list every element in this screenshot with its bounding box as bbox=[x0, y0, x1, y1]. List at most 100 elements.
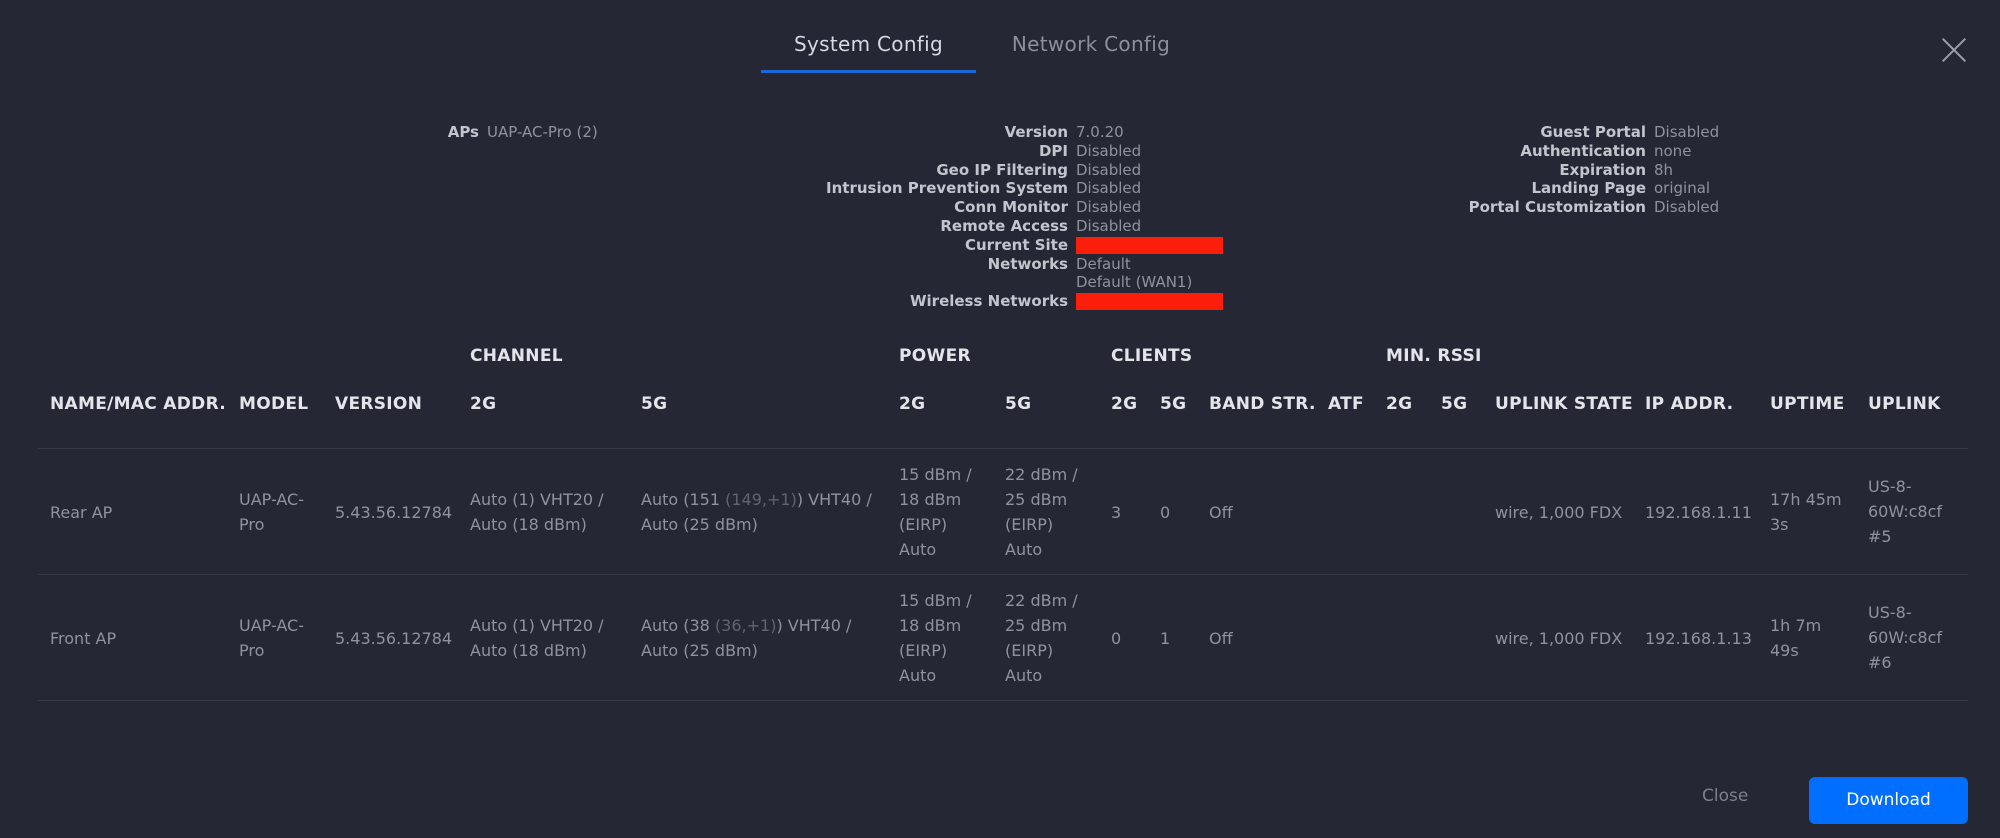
ap-version: 5.43.56.12784 bbox=[335, 503, 453, 522]
uplink-line: 60W:c8cf bbox=[1868, 628, 1943, 647]
uplink-state: wire, 1,000 FDX bbox=[1495, 629, 1623, 648]
uplink-state: wire, 1,000 FDX bbox=[1495, 503, 1623, 522]
info-value: original bbox=[1654, 179, 1711, 198]
info-value: 8h bbox=[1654, 160, 1674, 179]
channel-line: Auto (151 (149,+1)) VHT40 / bbox=[641, 487, 872, 512]
model-line: UAP-AC- bbox=[239, 616, 304, 635]
uptime: 17h 45m 3s bbox=[1770, 487, 1842, 537]
uptime-line: 1h 7m bbox=[1770, 616, 1822, 635]
table-divider bbox=[38, 448, 1968, 449]
column-header-clients-2g[interactable]: 2G bbox=[1111, 394, 1137, 414]
channel-text: ) VHT40 / bbox=[796, 490, 872, 509]
uplink-line: #5 bbox=[1868, 527, 1892, 546]
column-header-rssi-5g[interactable]: 5G bbox=[1441, 394, 1467, 414]
power-line: (EIRP) bbox=[899, 641, 948, 660]
info-value: Disabled bbox=[1654, 123, 1720, 141]
group-header-clients: CLIENTS bbox=[1111, 346, 1193, 366]
power-line: Auto bbox=[899, 666, 937, 685]
power-line: 15 dBm / bbox=[899, 591, 972, 610]
column-header-power-2g[interactable]: 2G bbox=[899, 394, 925, 414]
channel-line: Auto (25 dBm) bbox=[641, 641, 758, 660]
channel-line: Auto (1) VHT20 / bbox=[470, 490, 604, 509]
power-line: Auto bbox=[1005, 666, 1043, 685]
column-header-ip-address[interactable]: IP ADDR. bbox=[1645, 394, 1733, 414]
tab-system-config[interactable]: System Config bbox=[761, 28, 976, 73]
channel-line: Auto (18 dBm) bbox=[470, 641, 587, 660]
info-row-networks-2: Default (WAN1) bbox=[0, 273, 1223, 292]
channel-line: Auto (25 dBm) bbox=[641, 515, 758, 534]
power-line: 22 dBm / bbox=[1005, 591, 1078, 610]
power-2g: 15 dBm / 18 dBm (EIRP) Auto bbox=[899, 588, 972, 688]
uplink-line: #6 bbox=[1868, 653, 1892, 672]
group-header-channel: CHANNEL bbox=[470, 346, 563, 366]
column-header-uplink-state[interactable]: UPLINK STATE bbox=[1495, 394, 1633, 414]
channel-line: Auto (18 dBm) bbox=[470, 515, 587, 534]
uptime-line: 3s bbox=[1770, 515, 1789, 534]
column-header-name[interactable]: NAME/MAC ADDR. bbox=[50, 394, 226, 414]
column-header-channel-5g[interactable]: 5G bbox=[641, 394, 667, 414]
close-button[interactable]: Close bbox=[1702, 786, 1748, 806]
info-label: Expiration bbox=[1559, 160, 1646, 179]
clients-5g: 0 bbox=[1160, 503, 1171, 522]
column-header-atf[interactable]: ATF bbox=[1328, 394, 1364, 414]
ap-name: Rear AP bbox=[50, 503, 113, 522]
uplink-line: US-8- bbox=[1868, 477, 1912, 496]
channel-secondary: (36,+1) bbox=[714, 616, 777, 635]
column-header-channel-2g[interactable]: 2G bbox=[470, 394, 496, 414]
info-value: Disabled bbox=[1654, 198, 1720, 217]
column-header-power-5g[interactable]: 5G bbox=[1005, 394, 1031, 414]
tab-network-config[interactable]: Network Config bbox=[1000, 28, 1182, 70]
power-line: 18 dBm bbox=[899, 490, 962, 509]
info-label: Current Site bbox=[964, 235, 1068, 254]
column-header-uptime[interactable]: UPTIME bbox=[1770, 394, 1845, 414]
group-header-min-rssi: MIN. RSSI bbox=[1386, 346, 1482, 366]
close-icon[interactable] bbox=[1940, 36, 1968, 64]
band-steering: Off bbox=[1209, 503, 1233, 522]
power-line: (EIRP) bbox=[1005, 515, 1054, 534]
uplink-line: 60W:c8cf bbox=[1868, 502, 1943, 521]
table-divider bbox=[38, 700, 1968, 701]
info-label: Portal Customization bbox=[1468, 198, 1646, 217]
uptime-line: 49s bbox=[1770, 641, 1799, 660]
column-header-band-steering[interactable]: BAND STR. bbox=[1209, 394, 1316, 414]
channel-5g: Auto (38 (36,+1)) VHT40 / Auto (25 dBm) bbox=[641, 613, 851, 663]
channel-text: ) VHT40 / bbox=[776, 616, 852, 635]
column-header-rssi-2g[interactable]: 2G bbox=[1386, 394, 1412, 414]
info-value: Default (WAN1) bbox=[1076, 273, 1193, 292]
power-5g: 22 dBm / 25 dBm (EIRP) Auto bbox=[1005, 462, 1078, 562]
power-line: 15 dBm / bbox=[899, 465, 972, 484]
clients-2g: 3 bbox=[1111, 503, 1122, 522]
model-line: Pro bbox=[239, 641, 265, 660]
download-button[interactable]: Download bbox=[1809, 777, 1968, 824]
power-line: 25 dBm bbox=[1005, 616, 1068, 635]
uplink-line: US-8- bbox=[1868, 603, 1912, 622]
ap-model: UAP-AC- Pro bbox=[239, 487, 304, 537]
column-header-uplink[interactable]: UPLINK bbox=[1868, 394, 1941, 414]
channel-line: Auto (1) VHT20 / bbox=[470, 616, 604, 635]
channel-2g: Auto (1) VHT20 / Auto (18 dBm) bbox=[470, 613, 604, 663]
column-header-version[interactable]: VERSION bbox=[335, 394, 422, 414]
power-5g: 22 dBm / 25 dBm (EIRP) Auto bbox=[1005, 588, 1078, 688]
info-row-guest-portal: Guest Portal Disabled bbox=[0, 123, 1719, 142]
ap-name: Front AP bbox=[50, 629, 117, 648]
power-line: Auto bbox=[1005, 540, 1043, 559]
column-header-model[interactable]: MODEL bbox=[239, 394, 308, 414]
table-divider bbox=[38, 574, 1968, 575]
redaction-bar bbox=[1076, 236, 1223, 254]
info-value: none bbox=[1654, 141, 1692, 160]
uptime: 1h 7m 49s bbox=[1770, 613, 1821, 663]
group-header-power: POWER bbox=[899, 346, 971, 366]
info-label bbox=[0, 273, 1068, 292]
channel-2g: Auto (1) VHT20 / Auto (18 dBm) bbox=[470, 487, 604, 537]
info-value: Default bbox=[1076, 254, 1131, 273]
clients-5g: 1 bbox=[1160, 629, 1171, 648]
channel-5g: Auto (151 (149,+1)) VHT40 / Auto (25 dBm… bbox=[641, 487, 872, 537]
channel-text: Auto (151 bbox=[641, 490, 726, 509]
info-row-remote-access: Remote Access Disabled bbox=[0, 217, 1223, 236]
info-row-authentication: Authentication none bbox=[0, 142, 1719, 161]
power-line: 18 dBm bbox=[899, 616, 962, 635]
column-header-clients-5g[interactable]: 5G bbox=[1160, 394, 1186, 414]
ap-version: 5.43.56.12784 bbox=[335, 629, 453, 648]
ip-address: 192.168.1.11 bbox=[1645, 503, 1752, 522]
guest-portal-summary: Guest Portal Disabled Authentication non… bbox=[0, 123, 1720, 217]
